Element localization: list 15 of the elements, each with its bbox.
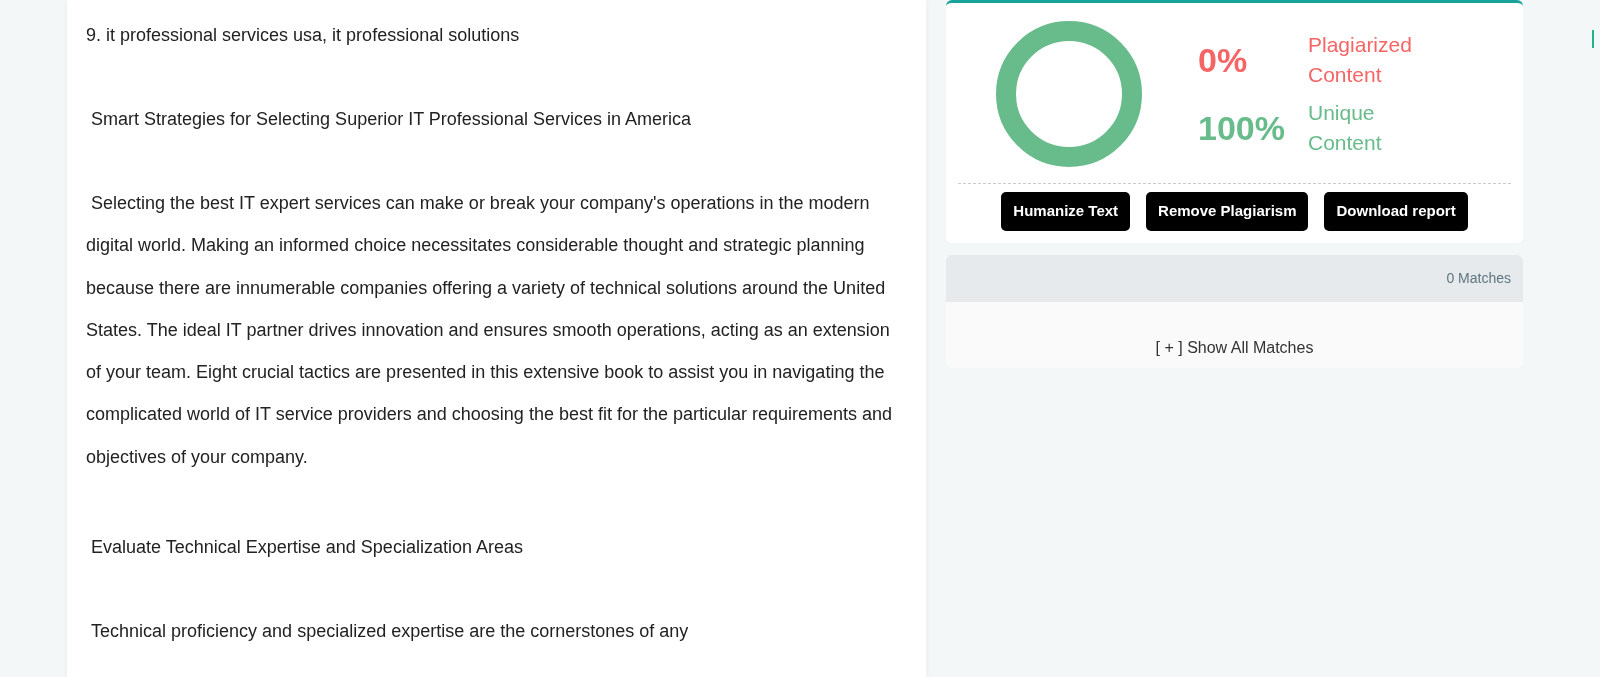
keyword-line: 9. it professional services usa, it professional solutions xyxy=(86,24,521,47)
section-heading: Evaluate Technical Expertise and Specialization Areas xyxy=(90,536,524,560)
action-button[interactable]: Download report xyxy=(1324,192,1468,231)
action-button[interactable]: Remove Plagiarism xyxy=(1146,192,1309,231)
percentage-value: 100% xyxy=(1198,107,1286,149)
show-all-matches-link[interactable]: [ + ] Show All Matches xyxy=(1155,338,1314,356)
section-heading: Smart Strategies for Selecting Superior IT Professional Services in America xyxy=(90,108,692,131)
percentage-value: 0% xyxy=(1198,39,1249,81)
body-paragraph: Technical proficiency and specialized expertise are the cornerstones of any xyxy=(90,620,690,644)
body-paragraph: Selecting the best IT expert services can make or break your company's operations in the modern digital world. Making an informed choice necessitates considerable thought and strategic planning because there are innumerable companies offering a variety of technical solutions around the United States. The ideal IT partner drives innovation and ensures smooth operations, acting as an extension of your team. Eight crucial tactics are presented in this extensive book to assist you in navigating the complicated world of IT service providers and choosing the best fit for the particular requirements and objectives of your company. xyxy=(86,192,894,469)
stat-label: Plagiarized Content xyxy=(1308,32,1413,88)
stat-label: Unique Content xyxy=(1308,100,1383,156)
indicator-mark xyxy=(1592,30,1594,48)
matches-count: 0 Matches xyxy=(1446,269,1511,286)
action-button[interactable]: Humanize Text xyxy=(1001,192,1131,231)
